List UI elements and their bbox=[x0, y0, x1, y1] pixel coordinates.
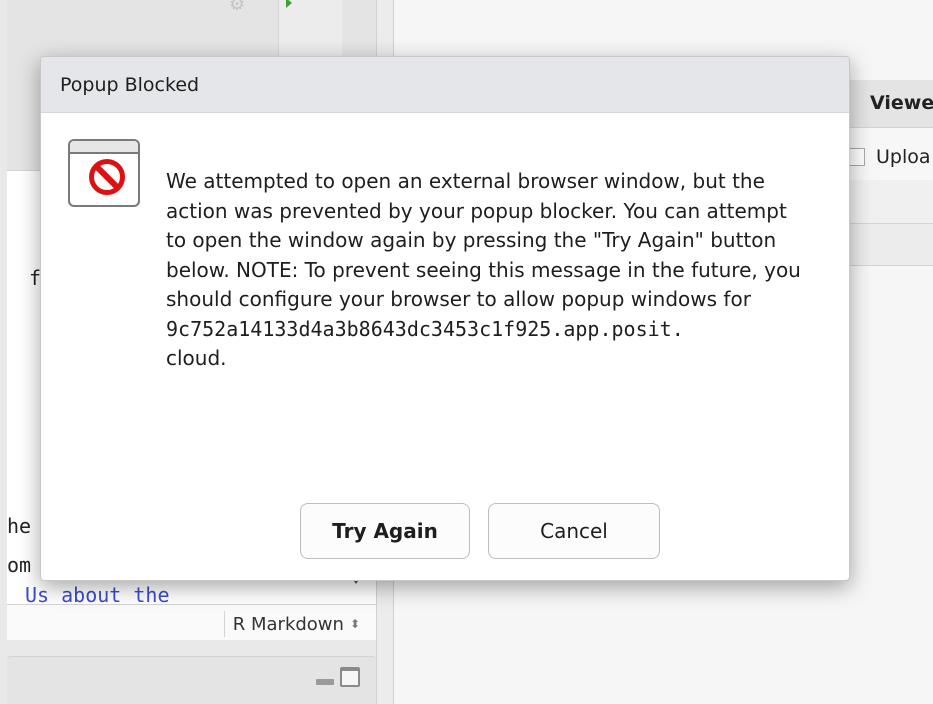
tab-viewer-label: Viewe bbox=[870, 92, 933, 114]
host-tail-text: cloud. bbox=[166, 346, 227, 370]
editor-fragment: om bbox=[7, 553, 32, 577]
blocked-window-icon bbox=[68, 139, 140, 207]
ide-window: ⚙ f he om Us about the R Markdown ⬍ View… bbox=[0, 0, 933, 704]
message-text: We attempted to open an external browser… bbox=[166, 169, 801, 311]
dialog-message: We attempted to open an external browser… bbox=[166, 167, 806, 374]
editor-status-bar: R Markdown ⬍ bbox=[7, 604, 376, 640]
maximize-icon[interactable] bbox=[340, 667, 360, 687]
dialog-title: Popup Blocked bbox=[60, 73, 200, 96]
upload-checkbox[interactable] bbox=[850, 148, 865, 166]
upload-button[interactable]: Uploa bbox=[876, 146, 931, 168]
run-arrow-icon[interactable] bbox=[286, 0, 292, 8]
minimize-icon[interactable] bbox=[316, 679, 334, 685]
tab-viewer[interactable]: Viewe bbox=[850, 80, 933, 128]
document-mode-select[interactable]: R Markdown ⬍ bbox=[223, 611, 368, 637]
dialog-titlebar: Popup Blocked bbox=[41, 57, 849, 113]
host-text: 9c752a14133d4a3b8643dc3453c1f925.app.pos… bbox=[166, 316, 684, 341]
window-bar bbox=[70, 141, 138, 154]
try-again-button[interactable]: Try Again bbox=[300, 503, 470, 559]
no-entry-icon bbox=[89, 159, 125, 195]
popup-blocked-dialog: Popup Blocked We attempted to open an ex… bbox=[40, 56, 850, 581]
files-toolbar: Uploa bbox=[850, 128, 933, 180]
document-mode-label: R Markdown bbox=[232, 613, 344, 635]
files-header-row bbox=[850, 224, 933, 266]
updown-icon: ⬍ bbox=[349, 617, 360, 631]
gear-icon: ⚙ bbox=[229, 0, 246, 15]
left-top-toolbar bbox=[278, 0, 342, 60]
editor-fragment: he bbox=[7, 514, 32, 538]
console-pane-header bbox=[7, 656, 376, 704]
cancel-button[interactable]: Cancel bbox=[488, 503, 660, 559]
files-path-bar bbox=[850, 180, 933, 224]
dialog-button-row: Try Again Cancel bbox=[41, 503, 849, 559]
